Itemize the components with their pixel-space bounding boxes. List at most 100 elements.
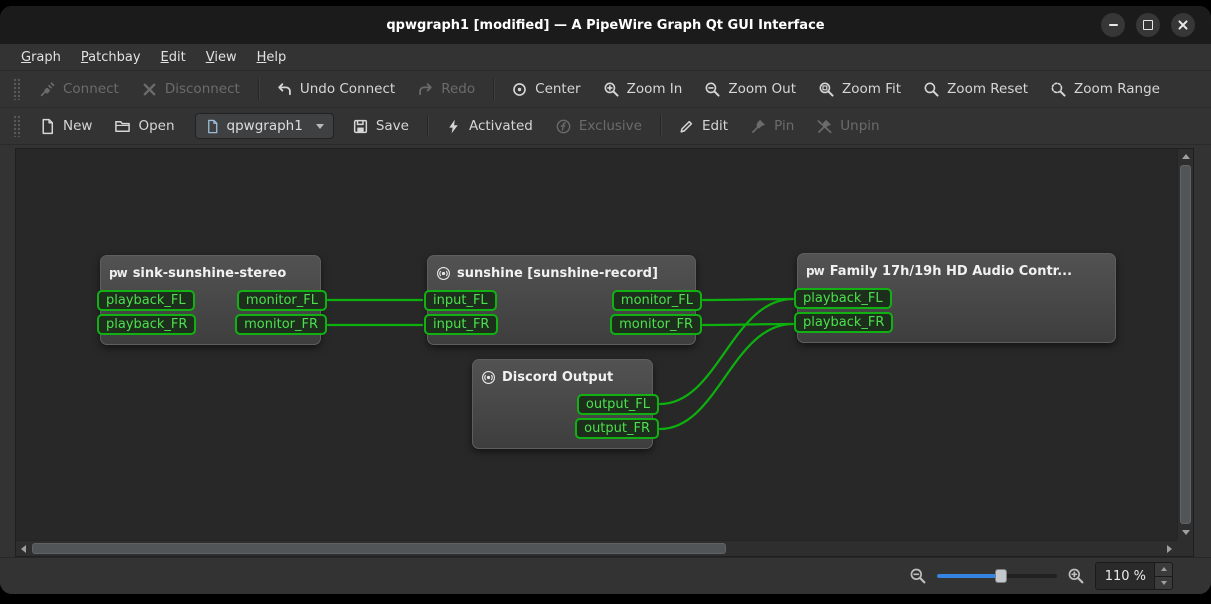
zoom-reset-icon — [923, 81, 940, 98]
port-input[interactable]: playback_FR — [97, 314, 196, 335]
port-output[interactable]: monitor_FR — [235, 314, 327, 335]
spin-up-button[interactable] — [1155, 563, 1172, 576]
zoom-slider-handle[interactable] — [995, 569, 1007, 583]
menu-help[interactable]: Help — [248, 47, 296, 68]
zoom-slider[interactable] — [937, 568, 1057, 584]
redo-button[interactable]: Redo — [407, 75, 485, 104]
zoom-out-label: Zoom Out — [728, 81, 796, 97]
node-sink-sunshine-stereo[interactable]: pw sink-sunshine-stereo playback_FL play… — [100, 255, 321, 345]
record-icon — [436, 266, 451, 281]
port-input[interactable]: playback_FR — [794, 312, 893, 333]
maximize-icon — [1143, 20, 1153, 30]
node-sunshine[interactable]: sunshine [sunshine-record] input_FL inpu… — [427, 255, 696, 345]
scroll-right-button[interactable] — [1162, 541, 1177, 556]
arrow-right-icon — [1167, 545, 1172, 553]
toolbar-graph: Connect Disconnect Undo Connect Redo Cen… — [0, 71, 1211, 108]
new-button[interactable]: New — [29, 112, 102, 141]
open-button[interactable]: Open — [104, 112, 184, 141]
zoom-fit-icon — [818, 81, 835, 98]
titlebar: qpwgraph1 [modified] — A PipeWire Graph … — [0, 6, 1211, 44]
undo-icon — [276, 81, 293, 98]
node-family-hd-audio[interactable]: pw Family 17h/19h HD Audio Contr... play… — [797, 253, 1116, 343]
horizontal-scrollbar-thumb[interactable] — [32, 543, 726, 554]
node-discord-output[interactable]: Discord Output output_FL output_FR — [472, 359, 653, 449]
zoom-spinbox[interactable]: 110 % — [1095, 562, 1173, 590]
menu-patchbay[interactable]: Patchbay — [72, 47, 150, 68]
activated-button[interactable]: Activated — [435, 112, 543, 141]
zoom-in-small-icon[interactable] — [1067, 567, 1085, 585]
toolbar-drag-handle[interactable] — [13, 115, 20, 137]
port-output[interactable]: monitor_FR — [610, 314, 702, 335]
zoom-fit-button[interactable]: Zoom Fit — [808, 75, 911, 104]
patchbay-file-icon — [205, 119, 220, 134]
pin-label: Pin — [774, 118, 794, 134]
menu-graph[interactable]: Graph — [12, 47, 70, 68]
arrow-up-icon — [1161, 567, 1167, 571]
scroll-left-button[interactable] — [16, 541, 31, 556]
save-button[interactable]: Save — [342, 112, 419, 141]
pin-button[interactable]: Pin — [740, 112, 804, 141]
exclusive-label: Exclusive — [579, 118, 642, 134]
toolbar-separator — [427, 115, 429, 137]
zoom-in-label: Zoom In — [627, 81, 683, 97]
connect-button[interactable]: Connect — [29, 75, 129, 104]
zoom-range-label: Zoom Range — [1074, 81, 1160, 97]
port-input[interactable]: input_FL — [424, 290, 497, 311]
vertical-scrollbar-thumb[interactable] — [1180, 165, 1191, 524]
arrow-up-icon — [1182, 154, 1190, 159]
unpin-button[interactable]: Unpin — [806, 112, 889, 141]
statusbar: 110 % — [0, 557, 1211, 594]
exclusive-button[interactable]: Exclusive — [545, 112, 652, 141]
node-title: Discord Output — [481, 366, 644, 388]
zoom-value[interactable]: 110 % — [1096, 569, 1154, 584]
scroll-down-button[interactable] — [1178, 525, 1193, 540]
arrow-left-icon — [21, 545, 26, 553]
disconnect-label: Disconnect — [165, 81, 240, 97]
zoom-fit-label: Zoom Fit — [842, 81, 901, 97]
port-output[interactable]: monitor_FL — [237, 290, 327, 311]
node-title-text: Discord Output — [502, 370, 613, 385]
port-output[interactable]: output_FR — [575, 418, 659, 439]
undo-connect-button[interactable]: Undo Connect — [266, 75, 405, 104]
minimize-button[interactable] — [1101, 13, 1125, 37]
patchbay-combo[interactable]: qpwgraph1 — [195, 113, 334, 139]
window-title: qpwgraph1 [modified] — A PipeWire Graph … — [386, 18, 824, 33]
graph-canvas[interactable]: pw sink-sunshine-stereo playback_FL play… — [16, 149, 1177, 540]
zoom-reset-label: Zoom Reset — [947, 81, 1028, 97]
port-input[interactable]: playback_FL — [97, 290, 195, 311]
zoom-in-icon — [603, 81, 620, 98]
center-button[interactable]: Center — [501, 75, 590, 104]
open-label: Open — [138, 118, 174, 134]
menu-view[interactable]: View — [197, 47, 246, 68]
scrollbar-corner — [1177, 540, 1193, 556]
exclusive-icon — [555, 118, 572, 135]
port-output[interactable]: output_FL — [577, 394, 659, 415]
zoom-reset-button[interactable]: Zoom Reset — [913, 75, 1038, 104]
scroll-up-button[interactable] — [1178, 149, 1193, 164]
port-input[interactable]: input_FR — [424, 314, 498, 335]
edit-button[interactable]: Edit — [668, 112, 738, 141]
toolbar-separator — [660, 115, 662, 137]
menu-edit[interactable]: Edit — [152, 47, 195, 68]
disconnect-button[interactable]: Disconnect — [131, 75, 250, 104]
zoom-out-button[interactable]: Zoom Out — [694, 75, 806, 104]
new-label: New — [63, 118, 92, 134]
spin-down-button[interactable] — [1155, 576, 1172, 590]
spin-buttons — [1154, 563, 1172, 589]
zoom-in-button[interactable]: Zoom In — [593, 75, 693, 104]
vertical-scrollbar[interactable] — [1177, 149, 1193, 540]
close-button[interactable] — [1171, 13, 1195, 37]
edit-pencil-icon — [678, 118, 695, 135]
port-input[interactable]: playback_FL — [794, 288, 892, 309]
activated-label: Activated — [469, 118, 533, 134]
zoom-range-button[interactable]: Zoom Range — [1040, 75, 1170, 104]
close-icon — [1177, 19, 1189, 31]
window-controls — [1101, 13, 1195, 37]
maximize-button[interactable] — [1136, 13, 1160, 37]
menubar: Graph Patchbay Edit View Help — [0, 44, 1211, 71]
port-output[interactable]: monitor_FL — [612, 290, 702, 311]
redo-icon — [417, 81, 434, 98]
zoom-out-small-icon[interactable] — [909, 567, 927, 585]
horizontal-scrollbar[interactable] — [16, 540, 1177, 556]
toolbar-drag-handle[interactable] — [13, 78, 20, 100]
